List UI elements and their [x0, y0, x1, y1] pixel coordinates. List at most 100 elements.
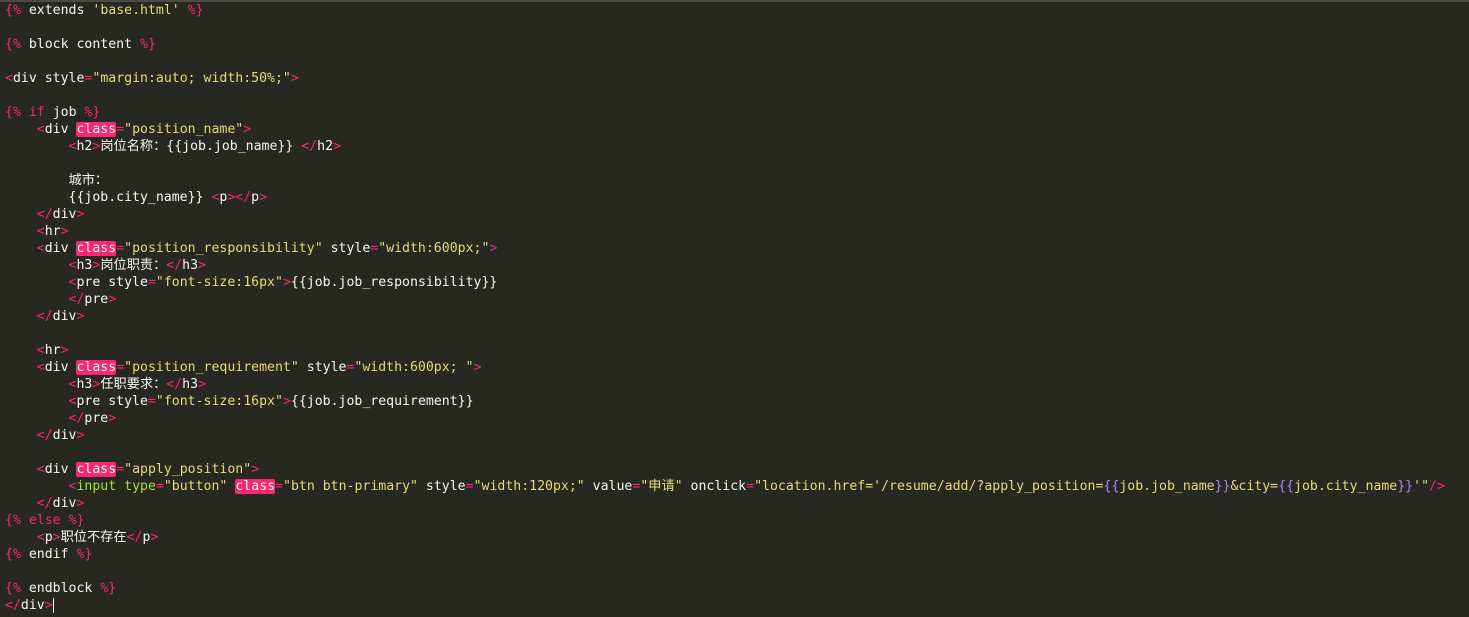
code-token: >	[76, 207, 85, 222]
code-token: "font-size:16px"	[155, 394, 283, 409]
code-line[interactable]: </pre>	[5, 410, 117, 427]
code-token: job.job_name	[1119, 479, 1215, 494]
code-token: }	[108, 581, 117, 596]
code-token: >	[60, 343, 69, 358]
code-token: "btn btn-primary"	[283, 479, 418, 494]
code-line[interactable]: <h3>任职要求：</h3>	[5, 376, 206, 393]
code-token: >	[60, 224, 69, 239]
code-line[interactable]: <pre style="font-size:16px">{{job.job_re…	[5, 274, 498, 291]
code-line[interactable]: </pre>	[5, 291, 117, 308]
code-line[interactable]: <div class="position_requirement" style=…	[5, 359, 481, 376]
code-token: 任职要求：	[100, 377, 167, 392]
code-line[interactable]: <hr>	[5, 342, 69, 359]
code-token: style	[322, 241, 371, 256]
code-token: </	[166, 258, 183, 273]
code-token: div	[52, 428, 77, 443]
code-token: p	[251, 190, 260, 205]
code-token: }	[195, 3, 204, 18]
code-token: =	[116, 360, 125, 375]
code-line[interactable]: {{job.city_name}} <p></p>	[5, 189, 268, 206]
code-token: =	[147, 394, 156, 409]
code-token: %	[12, 3, 21, 18]
code-token: </	[68, 292, 85, 307]
code-token: =	[116, 122, 125, 137]
code-line[interactable]: <h3>岗位职责：</h3>	[5, 257, 206, 274]
code-token: pre style	[76, 275, 148, 290]
code-token: =	[147, 275, 156, 290]
code-token: >	[333, 139, 341, 154]
code-token: h3	[182, 377, 199, 392]
code-token: }	[147, 37, 156, 52]
code-token: onclick	[682, 479, 747, 494]
code-line[interactable]: {% extends 'base.html' %}	[5, 2, 204, 19]
code-line[interactable]: {% block content %}	[5, 36, 156, 53]
code-token: div	[44, 241, 77, 256]
code-token: {{	[1103, 479, 1120, 494]
code-line[interactable]: <pre style="font-size:16px">{{job.job_re…	[5, 393, 474, 410]
code-line[interactable]: <div class="position_name">	[5, 121, 251, 138]
code-token: value	[584, 479, 633, 494]
code-token: <	[36, 360, 45, 375]
code-line[interactable]: </div>	[5, 308, 85, 325]
code-token: h3	[182, 258, 199, 273]
code-token: <	[36, 530, 45, 545]
code-token: </	[5, 598, 21, 613]
code-token: >	[198, 377, 206, 392]
code-token: "position_responsibility"	[124, 241, 323, 256]
code-token: >	[76, 428, 85, 443]
code-token: 岗位职责：	[100, 258, 167, 273]
code-token: pre	[84, 411, 109, 426]
code-token: }	[76, 513, 85, 528]
code-token: %	[140, 37, 148, 52]
code-token: {	[5, 581, 13, 596]
code-line[interactable]: <div style="margin:auto; width:50%;">	[5, 70, 299, 87]
code-line[interactable]: <h2>岗位名称：{{job.job_name}} </h2>	[5, 138, 341, 155]
code-line[interactable]: </div>	[5, 206, 85, 223]
code-line[interactable]: {% else %}	[5, 512, 84, 529]
code-token: class	[76, 241, 117, 256]
code-editor[interactable]: {% extends 'base.html' %} {% block conten…	[0, 0, 1469, 617]
code-line[interactable]: </div>	[5, 427, 85, 444]
code-token: >	[489, 241, 498, 256]
code-token: >	[76, 309, 85, 324]
code-token: >	[259, 190, 268, 205]
code-token: {	[5, 547, 13, 562]
code-token: if	[28, 105, 45, 120]
code-token: >	[243, 122, 252, 137]
code-line[interactable]: 城市：	[5, 172, 109, 189]
code-line[interactable]: {% if job %}	[5, 104, 100, 121]
code-token: "申请"	[640, 479, 683, 494]
code-line[interactable]: {% endblock %}	[5, 580, 116, 597]
code-token: }	[84, 547, 93, 562]
code-line[interactable]: </div>	[5, 495, 85, 512]
code-token: {	[5, 3, 13, 18]
code-token: =	[116, 241, 125, 256]
code-token: >	[290, 71, 299, 86]
code-token: =	[155, 479, 164, 494]
code-token: >	[44, 598, 53, 613]
code-line[interactable]: <p>职位不存在</p>	[5, 529, 159, 546]
code-token: </	[301, 139, 318, 154]
code-line[interactable]: </div>	[5, 597, 54, 614]
code-token: h2	[317, 139, 334, 154]
code-line[interactable]: <div class="position_responsibility" sty…	[5, 240, 497, 257]
code-token: pre	[84, 292, 109, 307]
code-token: div	[52, 207, 77, 222]
code-line[interactable]: <div class="apply_position">	[5, 461, 259, 478]
code-line[interactable]: <hr>	[5, 223, 69, 240]
code-token: }}	[1214, 479, 1231, 494]
code-line[interactable]: <input type="button" class="btn btn-prim…	[5, 478, 1445, 495]
code-token: <	[36, 343, 45, 358]
code-token: %	[12, 547, 21, 562]
code-line[interactable]: {% endif %}	[5, 546, 92, 563]
code-token: class	[235, 479, 276, 494]
code-token: 城市：	[5, 173, 109, 188]
code-token: >	[282, 275, 291, 290]
